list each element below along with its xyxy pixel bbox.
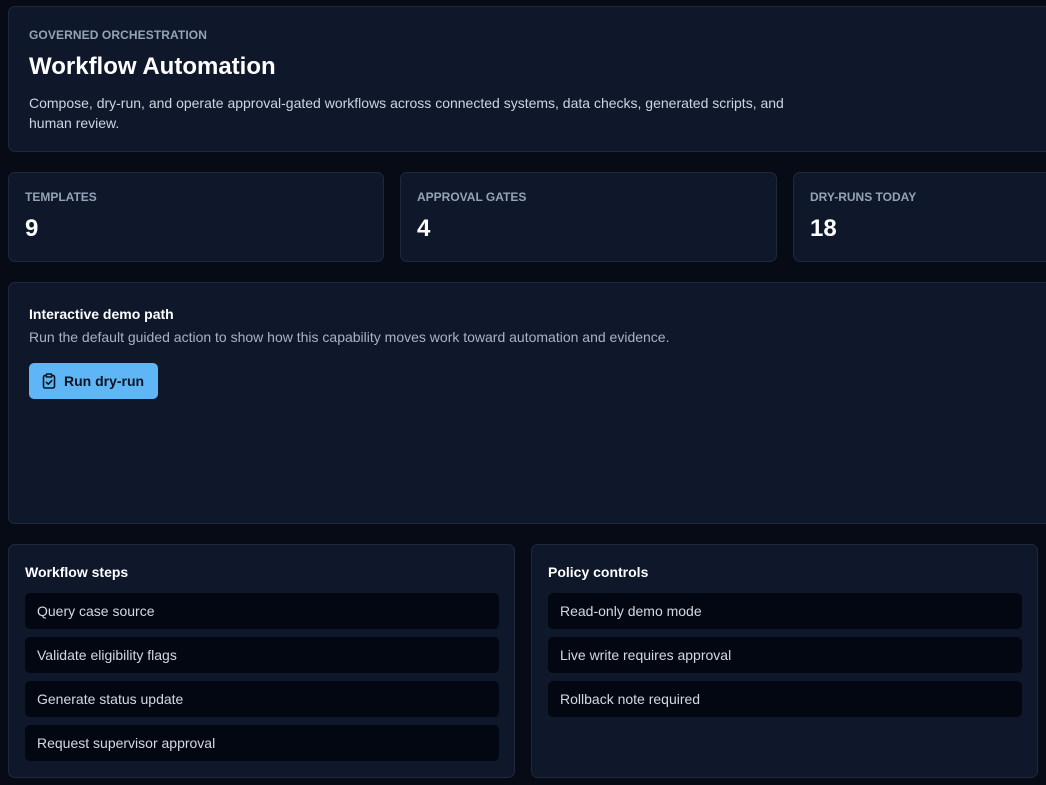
stat-card-templates: TEMPLATES 9 xyxy=(8,172,384,262)
stat-value: 9 xyxy=(25,215,39,242)
clipboard-check-icon xyxy=(42,373,56,389)
run-dry-run-label: Run dry-run xyxy=(64,373,145,389)
stat-value: 4 xyxy=(417,215,431,242)
policy-controls-panel: Policy controls Read-only demo mode Live… xyxy=(531,544,1038,778)
stat-label: APPROVAL GATES xyxy=(417,190,527,204)
stat-card-dry-runs-today: DRY-RUNS TODAY 18 xyxy=(793,172,1046,262)
page-title: Workflow Automation xyxy=(29,53,276,80)
workflow-step: Request supervisor approval xyxy=(25,725,499,761)
policy-control: Live write requires approval xyxy=(548,637,1022,673)
stat-value: 18 xyxy=(810,215,837,242)
policy-control: Rollback note required xyxy=(548,681,1022,717)
demo-panel: Interactive demo path Run the default gu… xyxy=(8,282,1046,524)
workflow-steps-title: Workflow steps xyxy=(25,564,129,580)
workflow-steps-panel: Workflow steps Query case source Validat… xyxy=(8,544,515,778)
policy-control: Read-only demo mode xyxy=(548,593,1022,629)
workflow-step: Query case source xyxy=(25,593,499,629)
workflow-steps-list: Query case source Validate eligibility f… xyxy=(25,593,499,769)
page-description: Compose, dry-run, and operate approval-g… xyxy=(29,95,784,131)
workflow-step: Validate eligibility flags xyxy=(25,637,499,673)
stat-card-approval-gates: APPROVAL GATES 4 xyxy=(400,172,777,262)
page-eyebrow: GOVERNED ORCHESTRATION xyxy=(29,28,207,42)
page-header: GOVERNED ORCHESTRATION Workflow Automati… xyxy=(8,6,1046,152)
run-dry-run-button[interactable]: Run dry-run xyxy=(29,363,158,399)
stat-label: DRY-RUNS TODAY xyxy=(810,190,917,204)
demo-description: Run the default guided action to show ho… xyxy=(29,329,670,345)
workflow-step: Generate status update xyxy=(25,681,499,717)
stat-label: TEMPLATES xyxy=(25,190,97,204)
policy-controls-list: Read-only demo mode Live write requires … xyxy=(548,593,1022,725)
policy-controls-title: Policy controls xyxy=(548,564,649,580)
demo-title: Interactive demo path xyxy=(29,306,174,322)
